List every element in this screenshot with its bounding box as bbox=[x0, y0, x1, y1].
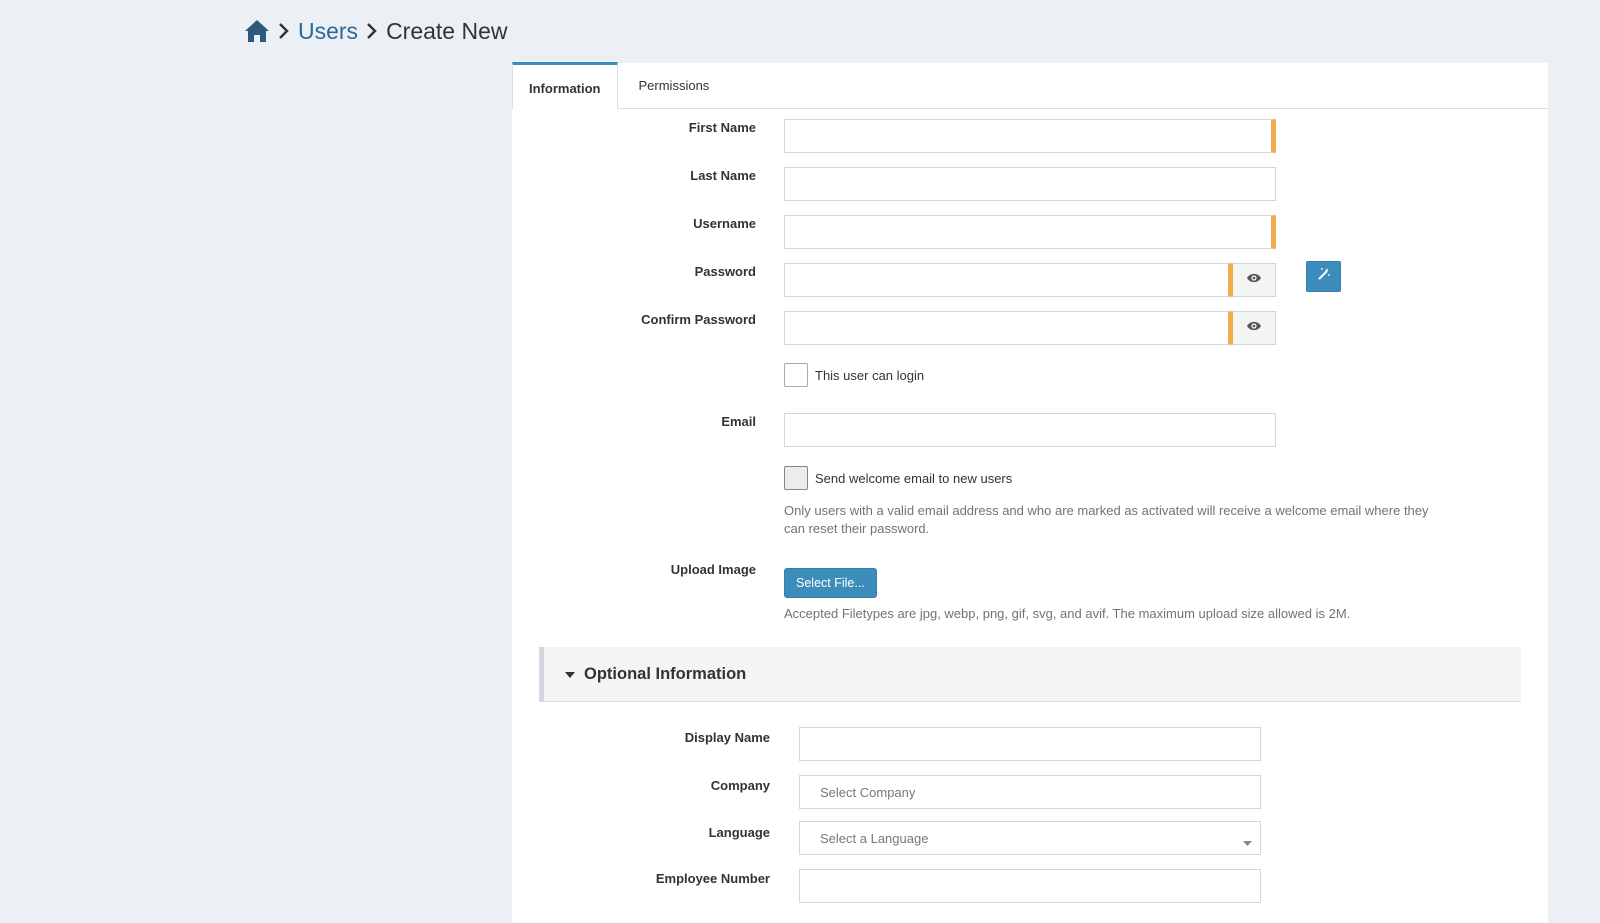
upload-help: Accepted Filetypes are jpg, webp, png, g… bbox=[784, 606, 1351, 621]
confirm-password-input[interactable] bbox=[784, 311, 1233, 345]
chevron-right-icon bbox=[366, 22, 378, 40]
dropdown-arrow-icon bbox=[1243, 835, 1252, 850]
display-name-input[interactable] bbox=[799, 727, 1261, 761]
welcome-email-help: Only users with a valid email address an… bbox=[784, 503, 1429, 536]
last-name-label: Last Name bbox=[690, 168, 756, 183]
send-welcome-checkbox[interactable] bbox=[784, 466, 808, 490]
chevron-right-icon bbox=[278, 22, 290, 40]
username-label: Username bbox=[693, 216, 756, 231]
upload-image-label: Upload Image bbox=[670, 562, 756, 577]
optional-information-title: Optional Information bbox=[584, 664, 747, 683]
generate-password-button[interactable] bbox=[1306, 261, 1341, 292]
display-name-label: Display Name bbox=[684, 730, 770, 745]
first-name-label: First Name bbox=[688, 120, 756, 135]
tab-information[interactable]: Information bbox=[512, 62, 618, 109]
send-welcome-label: Send welcome email to new users bbox=[815, 470, 1013, 486]
company-placeholder: Select Company bbox=[820, 784, 916, 800]
eye-icon bbox=[1246, 319, 1262, 337]
language-placeholder: Select a Language bbox=[820, 830, 929, 846]
language-select[interactable]: Select a Language bbox=[799, 821, 1261, 855]
username-input[interactable] bbox=[784, 215, 1276, 249]
optional-information-toggle[interactable]: Optional Information bbox=[539, 647, 1521, 702]
email-label: Email bbox=[721, 414, 756, 429]
select-file-button[interactable]: Select File... bbox=[784, 568, 877, 598]
magic-wand-icon bbox=[1317, 267, 1331, 286]
breadcrumb-current: Create New bbox=[386, 17, 508, 44]
send-welcome-row: Send welcome email to new users bbox=[784, 466, 1012, 490]
tab-bar: Information Permissions bbox=[512, 62, 1548, 109]
password-input[interactable] bbox=[784, 263, 1233, 297]
confirm-password-label: Confirm Password bbox=[641, 312, 756, 327]
show-confirm-password-button[interactable] bbox=[1233, 311, 1276, 345]
caret-down-icon bbox=[564, 665, 576, 684]
eye-icon bbox=[1246, 271, 1262, 289]
company-select[interactable]: Select Company bbox=[799, 775, 1261, 809]
can-login-checkbox[interactable] bbox=[784, 363, 808, 387]
employee-number-label: Employee Number bbox=[655, 871, 770, 886]
breadcrumb: Users Create New bbox=[244, 14, 508, 48]
breadcrumb-users-link[interactable]: Users bbox=[298, 18, 358, 45]
password-group bbox=[784, 263, 1276, 297]
language-label: Language bbox=[708, 825, 770, 840]
user-form-panel: Information Permissions First Name Last … bbox=[512, 62, 1548, 923]
show-password-button[interactable] bbox=[1233, 263, 1276, 297]
company-label: Company bbox=[710, 778, 770, 793]
confirm-password-group bbox=[784, 311, 1276, 345]
tab-permissions[interactable]: Permissions bbox=[618, 62, 726, 108]
first-name-input[interactable] bbox=[784, 119, 1276, 153]
can-login-row: This user can login bbox=[784, 363, 924, 387]
email-input[interactable] bbox=[784, 413, 1276, 447]
password-label: Password bbox=[694, 264, 756, 279]
home-icon[interactable] bbox=[244, 19, 270, 43]
employee-number-input[interactable] bbox=[799, 869, 1261, 903]
can-login-label: This user can login bbox=[815, 367, 925, 383]
last-name-input[interactable] bbox=[784, 167, 1276, 201]
